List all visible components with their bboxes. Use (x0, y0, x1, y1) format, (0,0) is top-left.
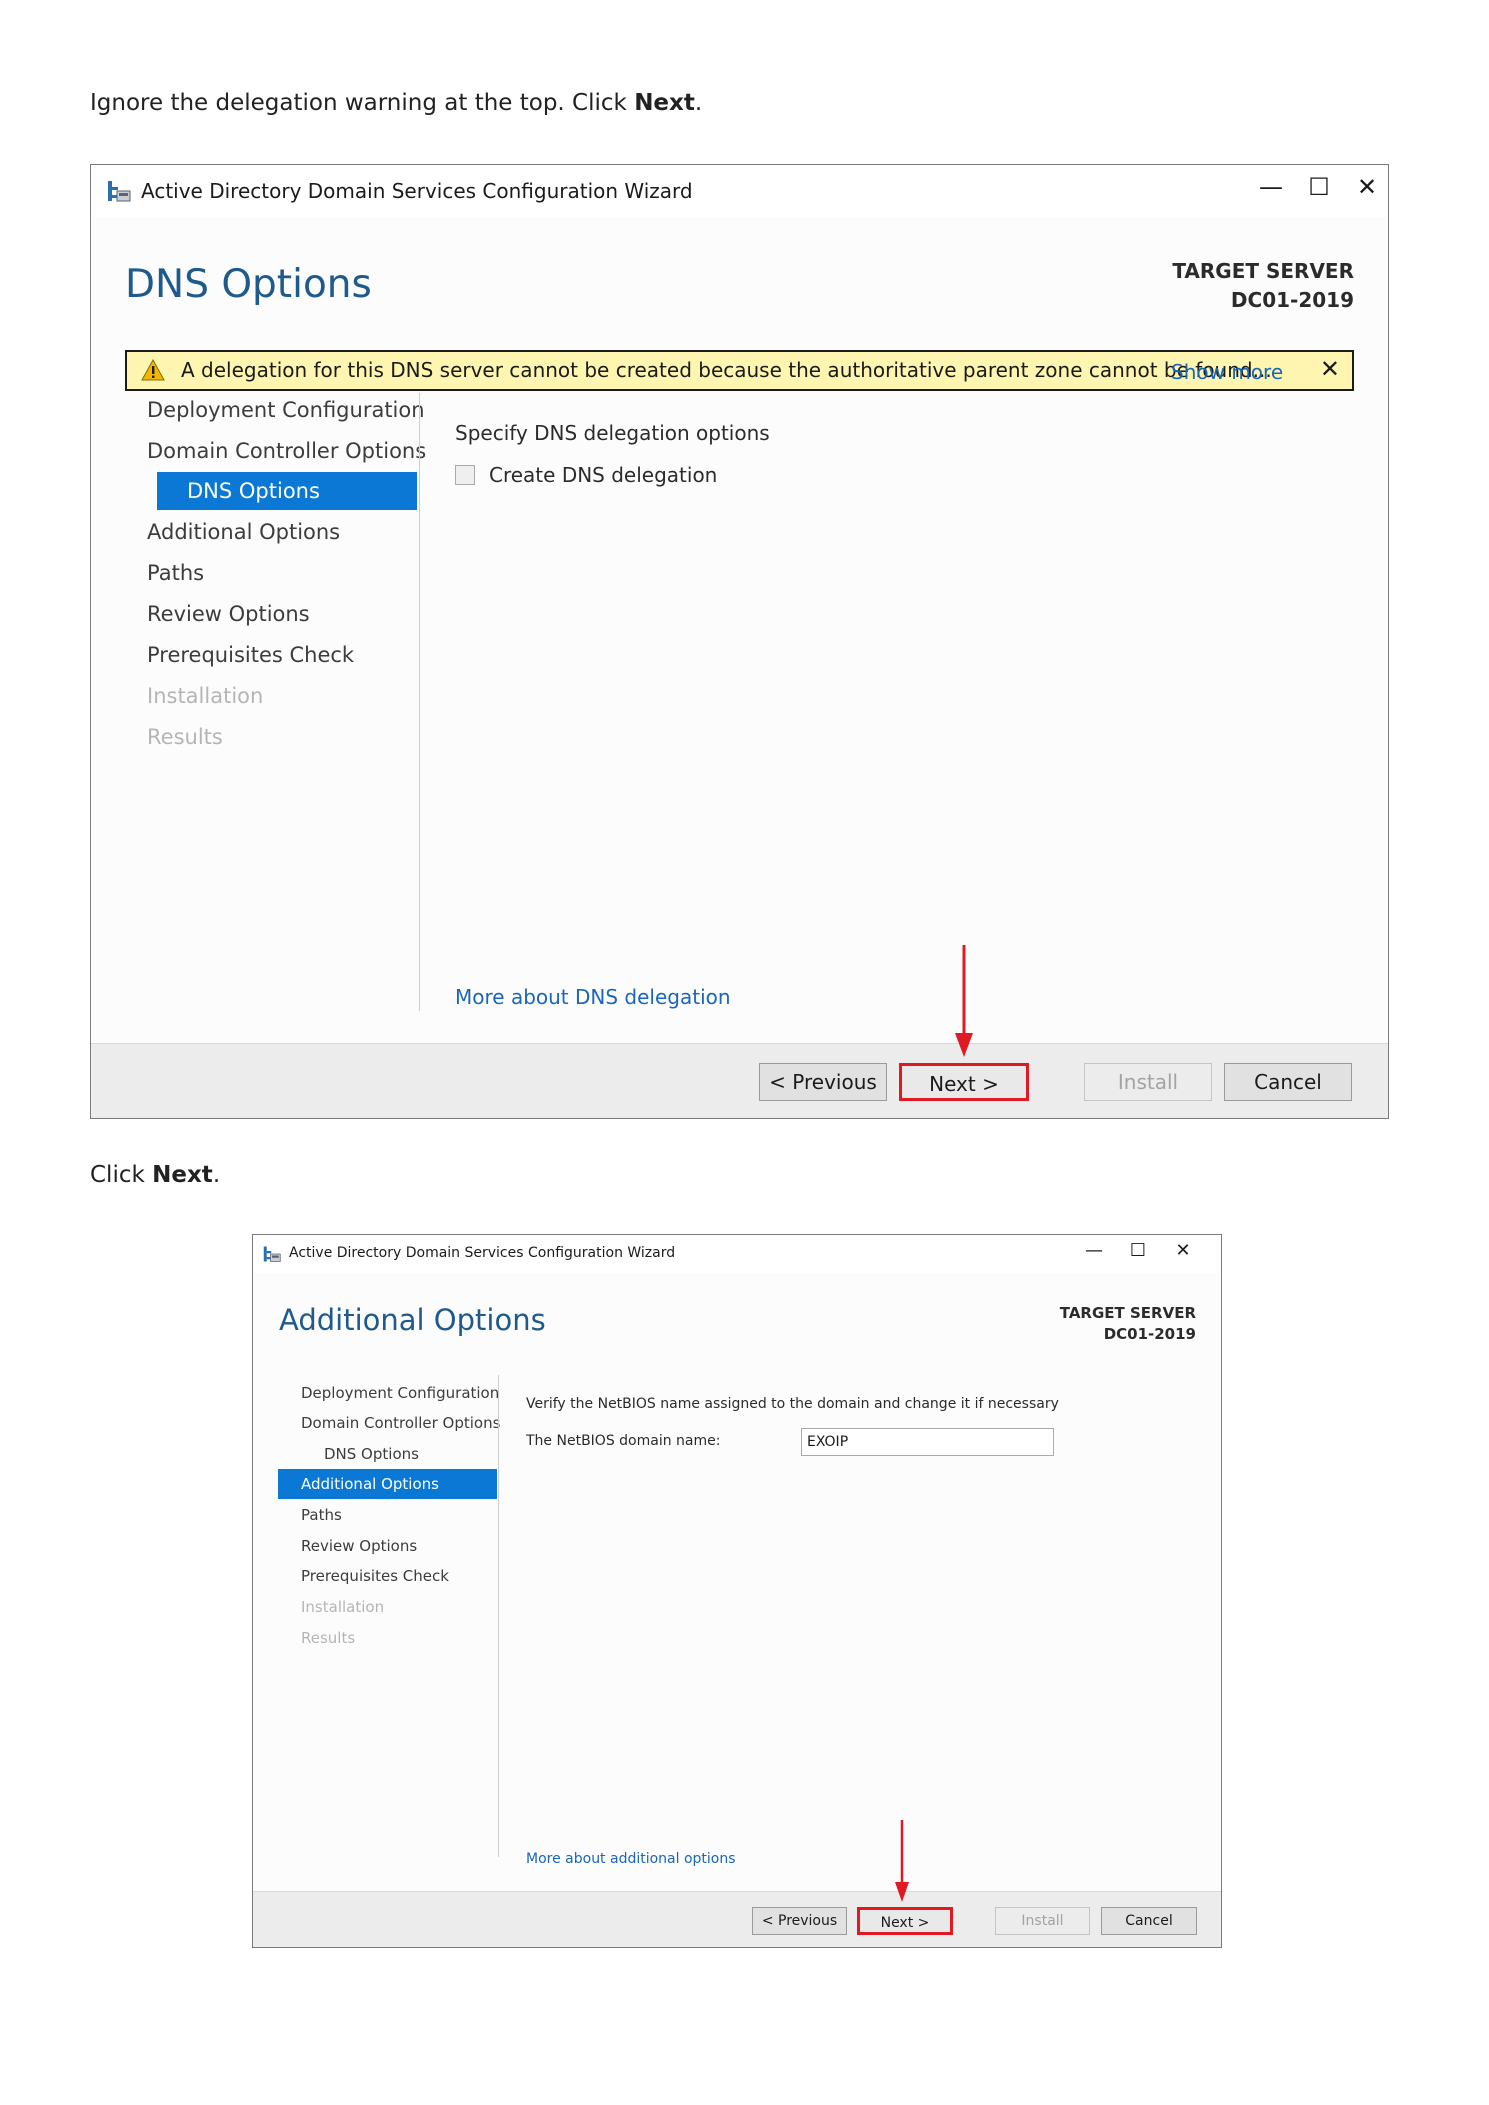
more-about-additional-options-link[interactable]: More about additional options (526, 1851, 736, 1867)
close-icon[interactable]: ✕ (1320, 355, 1340, 383)
netbios-domain-name-label: The NetBIOS domain name: (526, 1433, 721, 1449)
nav-item-domain-controller-options[interactable]: Domain Controller Options (147, 432, 426, 470)
close-icon[interactable]: ✕ (1168, 1240, 1198, 1261)
target-server-label: TARGET SERVER (1059, 1304, 1196, 1322)
next-button[interactable]: Next > (857, 1907, 953, 1935)
target-server-name: DC01-2019 (1103, 1325, 1196, 1343)
page-title: Additional Options (279, 1303, 546, 1337)
target-server: TARGET SERVER DC01-2019 (1060, 1303, 1196, 1345)
nav-item-installation: Installation (147, 684, 264, 708)
minimize-icon[interactable]: — (1251, 173, 1291, 201)
nav-item-review-options[interactable]: Review Options (301, 1531, 417, 1561)
minimize-icon[interactable]: — (1079, 1240, 1109, 1261)
instruction-bold: Next (152, 1162, 213, 1188)
nav-item-dns-options[interactable]: DNS Options (157, 472, 417, 510)
nav-divider (419, 393, 420, 1011)
warning-text: A delegation for this DNS server cannot … (181, 358, 1272, 382)
warning-icon (141, 359, 165, 381)
app-icon (108, 181, 131, 202)
delegation-warning-bar: A delegation for this DNS server cannot … (125, 350, 1354, 391)
arrow-down-icon (955, 945, 973, 1057)
window-title: Active Directory Domain Services Configu… (289, 1245, 676, 1261)
install-button: Install (995, 1907, 1090, 1935)
app-icon (263, 1246, 281, 1262)
nav-item-paths[interactable]: Paths (301, 1500, 342, 1530)
instruction-text: Ignore the delegation warning at the top… (90, 90, 635, 116)
more-about-dns-delegation-link[interactable]: More about DNS delegation (455, 985, 731, 1009)
cancel-button[interactable]: Cancel (1224, 1063, 1352, 1101)
arrow-down-icon (895, 1820, 909, 1902)
section-label: Specify DNS delegation options (455, 421, 770, 445)
previous-button[interactable]: < Previous (752, 1907, 847, 1935)
cancel-button[interactable]: Cancel (1101, 1907, 1197, 1935)
instruction-text: Click (90, 1162, 153, 1188)
page-title: DNS Options (125, 262, 372, 307)
nav-item-deployment-configuration[interactable]: Deployment Configuration (147, 391, 425, 429)
nav-item-review-options[interactable]: Review Options (147, 595, 310, 633)
instruction-text-end: . (694, 90, 703, 116)
instruction-bold: Next (634, 90, 695, 116)
nav-item-prerequisites-check[interactable]: Prerequisites Check (147, 636, 354, 674)
nav-item-deployment-configuration[interactable]: Deployment Configuration (301, 1378, 499, 1408)
wizard-window-additional-options: Active Directory Domain Services Configu… (252, 1234, 1222, 1948)
wizard-window-dns-options: Active Directory Domain Services Configu… (90, 164, 1389, 1119)
target-server-label: TARGET SERVER (1172, 259, 1354, 283)
instruction-step2: Click Next. (90, 1162, 220, 1188)
nav-item-paths[interactable]: Paths (147, 554, 204, 592)
previous-button[interactable]: < Previous (759, 1063, 887, 1101)
nav-item-dns-options[interactable]: DNS Options (324, 1439, 419, 1469)
target-server-name: DC01-2019 (1230, 288, 1354, 312)
nav-item-prerequisites-check[interactable]: Prerequisites Check (301, 1561, 449, 1591)
maximize-icon[interactable]: ☐ (1299, 173, 1339, 201)
window-title: Active Directory Domain Services Configu… (141, 179, 693, 203)
instruction-text-end: . (212, 1162, 221, 1188)
create-dns-delegation-label[interactable]: Create DNS delegation (489, 463, 717, 487)
section-label: Verify the NetBIOS name assigned to the … (526, 1396, 1059, 1412)
netbios-domain-name-input[interactable] (801, 1428, 1054, 1456)
close-icon[interactable]: ✕ (1347, 173, 1387, 201)
title-bar: Active Directory Domain Services Configu… (253, 1235, 1221, 1273)
target-server: TARGET SERVER DC01-2019 (1172, 257, 1354, 315)
title-bar: Active Directory Domain Services Configu… (91, 165, 1388, 217)
nav-divider (498, 1375, 499, 1857)
instruction-step1: Ignore the delegation warning at the top… (90, 90, 702, 116)
nav-item-installation: Installation (301, 1598, 385, 1616)
maximize-icon[interactable]: ☐ (1123, 1240, 1153, 1261)
nav-item-additional-options[interactable]: Additional Options (147, 513, 340, 551)
nav-item-additional-options[interactable]: Additional Options (278, 1469, 497, 1499)
create-dns-delegation-checkbox[interactable] (455, 465, 475, 485)
next-button[interactable]: Next > (899, 1063, 1029, 1101)
nav-item-results: Results (147, 725, 223, 749)
install-button: Install (1084, 1063, 1212, 1101)
nav-item-results: Results (301, 1629, 356, 1647)
nav-item-domain-controller-options[interactable]: Domain Controller Options (301, 1408, 500, 1438)
show-more-link[interactable]: Show more (1171, 360, 1283, 384)
